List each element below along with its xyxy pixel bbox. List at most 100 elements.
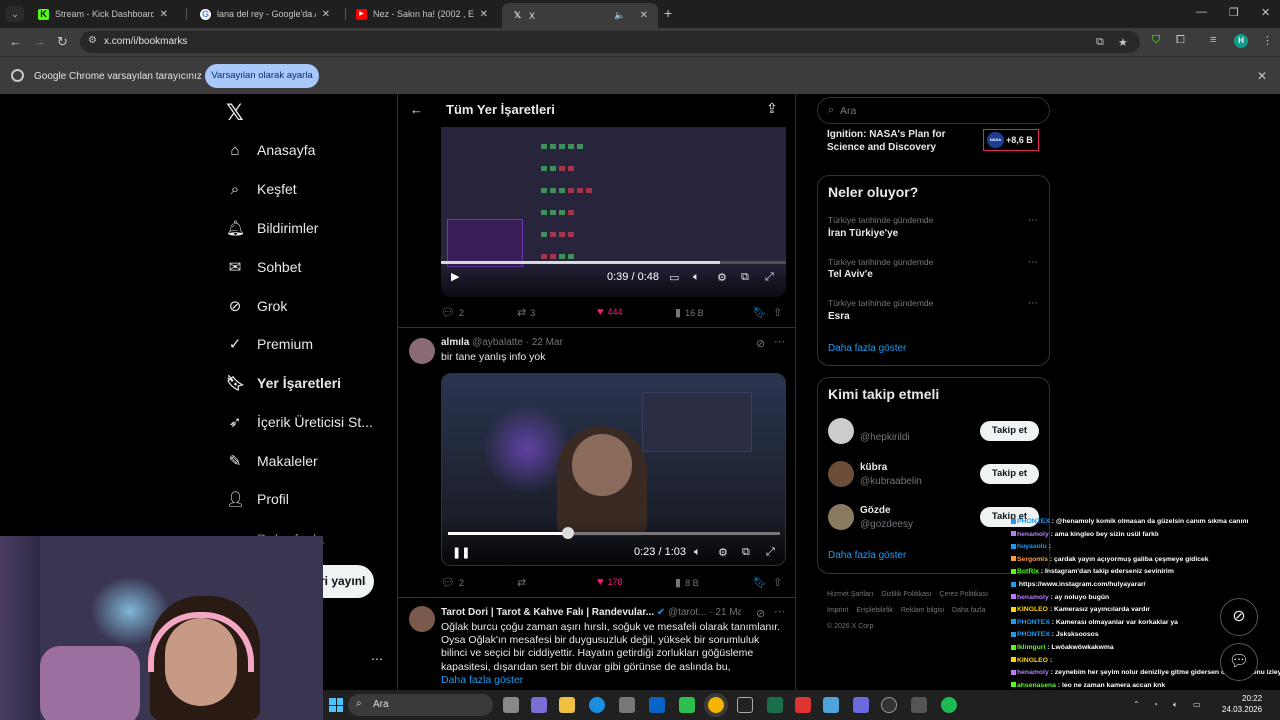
- volume-icon[interactable]: 🔈︎: [693, 271, 700, 284]
- maximize-icon[interactable]: ❐: [1229, 6, 1239, 19]
- chat-username[interactable]: PHONTEX: [1017, 619, 1050, 626]
- chat-username[interactable]: Iklimguri: [1017, 644, 1045, 651]
- chat-username[interactable]: PHONTEX: [1017, 518, 1050, 525]
- tab-google[interactable]: G lana del rey - Google'da Ara ✕: [190, 3, 340, 25]
- close-icon[interactable]: ✕: [640, 10, 648, 21]
- footer-link[interactable]: Reklam bilgisi: [901, 607, 944, 614]
- xbox-icon[interactable]: [679, 697, 695, 713]
- tweet-date[interactable]: · 21 Mar: [709, 607, 741, 618]
- close-icon[interactable]: ✕: [160, 9, 168, 20]
- forward-icon[interactable]: →: [33, 34, 46, 49]
- bookmark-icon[interactable]: 🔖︎: [753, 306, 767, 319]
- chat-username[interactable]: PHONTEX: [1017, 631, 1050, 638]
- profile-avatar[interactable]: H: [1234, 34, 1248, 48]
- repost-button[interactable]: ⇄ 3: [517, 306, 535, 319]
- file-explorer-icon[interactable]: [559, 697, 575, 713]
- more-icon[interactable]: ⋯: [774, 335, 785, 348]
- nav-explore[interactable]: ⌕ Keşfet: [226, 176, 297, 202]
- settings-icon[interactable]: ⚙: [718, 546, 728, 559]
- footer-link[interactable]: Daha fazla: [952, 607, 985, 614]
- more-icon[interactable]: ⋯: [774, 605, 785, 618]
- reply-button[interactable]: 💬︎ 2: [441, 576, 464, 589]
- close-icon[interactable]: ✕: [1257, 69, 1267, 83]
- minimize-icon[interactable]: —: [1196, 6, 1207, 18]
- footer-link[interactable]: Imprint: [827, 607, 848, 614]
- nav-profile[interactable]: 👤︎ Profil: [226, 486, 289, 512]
- volume-icon[interactable]: 🔈︎: [1173, 700, 1178, 710]
- search-input[interactable]: ⌕ Ara: [817, 97, 1050, 124]
- like-button[interactable]: ♥ 178: [597, 576, 623, 588]
- taskbar-clock[interactable]: 20:22 24.03.2026: [1222, 693, 1262, 715]
- follow-button[interactable]: Takip et: [980, 464, 1039, 484]
- epic-games-icon[interactable]: [737, 697, 753, 713]
- reload-icon[interactable]: ↻: [57, 34, 68, 50]
- views-button[interactable]: ▮ 16 B: [675, 306, 704, 319]
- fullscreen-icon[interactable]: ⤢: [765, 271, 774, 284]
- play-icon[interactable]: ▶: [451, 270, 459, 283]
- footer-link[interactable]: Erişilebilirlik: [856, 607, 893, 614]
- close-icon[interactable]: ✕: [480, 9, 488, 20]
- tab-x[interactable]: 𝕏 X 🔈 ✕: [502, 3, 658, 28]
- extensions-icon[interactable]: ⧠: [1176, 34, 1185, 47]
- set-default-button[interactable]: Varsayılan olarak ayarla: [205, 64, 319, 88]
- app-icon[interactable]: [767, 697, 783, 713]
- share-icon[interactable]: ⇧: [773, 576, 782, 589]
- grok-icon[interactable]: ⊘: [1220, 598, 1258, 636]
- repost-button[interactable]: ⇄: [517, 576, 530, 589]
- avatar[interactable]: [409, 606, 435, 632]
- author-handle[interactable]: @tarot...: [668, 607, 707, 618]
- chrome-icon[interactable]: [708, 697, 724, 713]
- nav-articles[interactable]: ✎ Makaleler: [226, 448, 318, 474]
- reply-button[interactable]: 💬︎ 2: [441, 306, 464, 319]
- share-bookmarks-icon[interactable]: ⇪: [766, 100, 778, 117]
- trend-item[interactable]: İran Türkiye'ye: [828, 228, 898, 239]
- user-name[interactable]: kübra: [860, 462, 887, 473]
- tweet-date[interactable]: · 22 Mar: [526, 337, 563, 348]
- new-tab-button[interactable]: +: [664, 5, 672, 21]
- nav-bookmarks[interactable]: 🔖︎ Yer İşaretleri: [226, 370, 341, 396]
- speaker-icon[interactable]: 🔈: [614, 10, 625, 21]
- pause-icon[interactable]: ❚❚: [452, 546, 470, 559]
- tab-search-button[interactable]: ⌄: [6, 6, 24, 22]
- close-icon[interactable]: ✕: [322, 9, 330, 20]
- nav-notifications[interactable]: 🔔︎ Bildirimler: [226, 215, 318, 241]
- user-name[interactable]: Gözde: [860, 505, 891, 516]
- volume-icon[interactable]: 🔈︎: [694, 546, 701, 559]
- author-name[interactable]: almıla: [441, 337, 469, 348]
- app-icon[interactable]: [911, 697, 927, 713]
- author-name[interactable]: Tarot Dori | Tarot & Kahve Falı | Randev…: [441, 607, 654, 618]
- shield-icon[interactable]: ⛉: [1152, 34, 1160, 47]
- promoted-trend-title[interactable]: Ignition: NASA's Plan for Science and Di…: [827, 128, 977, 154]
- chat-username[interactable]: henamoly: [1017, 531, 1049, 538]
- copilot-icon[interactable]: [531, 697, 547, 713]
- footer-link[interactable]: Hizmet Şartları: [827, 591, 873, 598]
- tweet-video[interactable]: ❚❚ 0:23 / 1:03 🔈︎ ⚙ ⧉ ⤢: [441, 373, 786, 566]
- chat-username[interactable]: henamoly: [1017, 594, 1049, 601]
- address-bar[interactable]: ⚙ x.com/i/bookmarks ⧉ ★: [80, 31, 1140, 53]
- pip-icon[interactable]: ⧉: [742, 546, 750, 559]
- share-icon[interactable]: ⇧: [773, 306, 782, 319]
- grok-icon[interactable]: ⊘: [756, 607, 765, 620]
- tab-kick[interactable]: K Stream - Kick Dashboard ✕: [28, 3, 178, 25]
- avatar[interactable]: [828, 504, 854, 530]
- install-icon[interactable]: ⧉: [1096, 36, 1104, 49]
- chat-username[interactable]: henamoly: [1017, 669, 1049, 676]
- close-window-icon[interactable]: ✕: [1261, 6, 1270, 19]
- app-icon[interactable]: [795, 697, 811, 713]
- avatar[interactable]: [828, 418, 854, 444]
- author-handle[interactable]: @aybalatte: [472, 337, 523, 348]
- chat-username[interactable]: ahsenasena: [1017, 682, 1056, 689]
- footer-link[interactable]: Gizlilik Politikası: [881, 591, 931, 598]
- nav-creator-studio[interactable]: ➶ İçerik Üreticisi St...: [226, 409, 373, 435]
- promoted-trend-badge[interactable]: NASA +8,6 B: [983, 129, 1039, 151]
- bookmark-icon[interactable]: 🔖︎: [753, 576, 767, 589]
- media-icon[interactable]: ≡: [1210, 34, 1216, 46]
- chat-username[interactable]: BotRix: [1017, 568, 1039, 575]
- account-menu-icon[interactable]: ⋯: [371, 652, 383, 666]
- store-icon[interactable]: [619, 697, 635, 713]
- app-icon[interactable]: [853, 697, 869, 713]
- back-arrow-icon[interactable]: ←: [410, 102, 423, 117]
- edge-icon[interactable]: [589, 697, 605, 713]
- trend-item[interactable]: Esra: [828, 311, 850, 322]
- star-icon[interactable]: ★: [1118, 36, 1128, 49]
